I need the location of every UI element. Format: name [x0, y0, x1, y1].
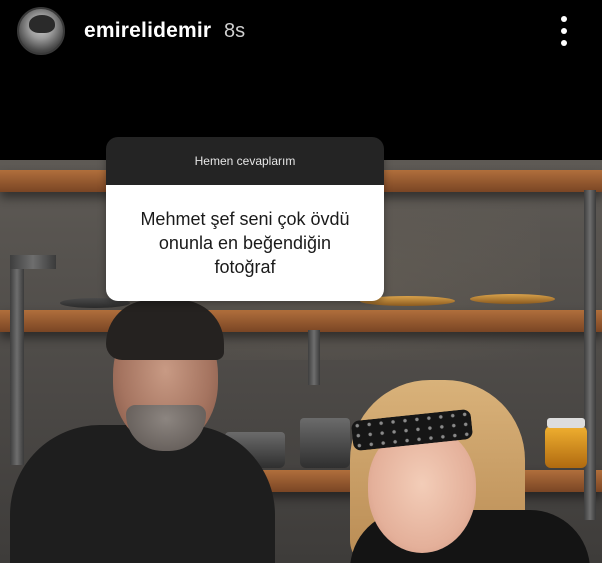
question-sticker-text: Mehmet şef seni çok övdü onunla en beğen… [106, 185, 384, 301]
plate [470, 294, 555, 304]
story-timestamp: 8s [224, 20, 246, 42]
pipe-left-elbow [10, 255, 56, 269]
pipe-right [584, 190, 596, 520]
man-hair [106, 300, 224, 360]
pot [300, 418, 350, 468]
username[interactable]: emirelidemir [84, 19, 211, 43]
pipe-left [10, 255, 24, 465]
pipe-center [308, 330, 320, 385]
question-sticker-header: Hemen cevaplarım [106, 137, 384, 185]
story-view: emirelidemir 8s Hemen cevaplarım Mehmet … [0, 0, 602, 563]
profile-avatar[interactable] [17, 7, 65, 55]
story-header: emirelidemir 8s [0, 0, 602, 160]
question-sticker[interactable]: Hemen cevaplarım Mehmet şef seni çok övd… [106, 137, 384, 301]
shelf-middle [0, 310, 602, 332]
man-figure [10, 425, 275, 563]
more-options-icon[interactable] [555, 16, 573, 46]
honey-jar [545, 418, 587, 468]
